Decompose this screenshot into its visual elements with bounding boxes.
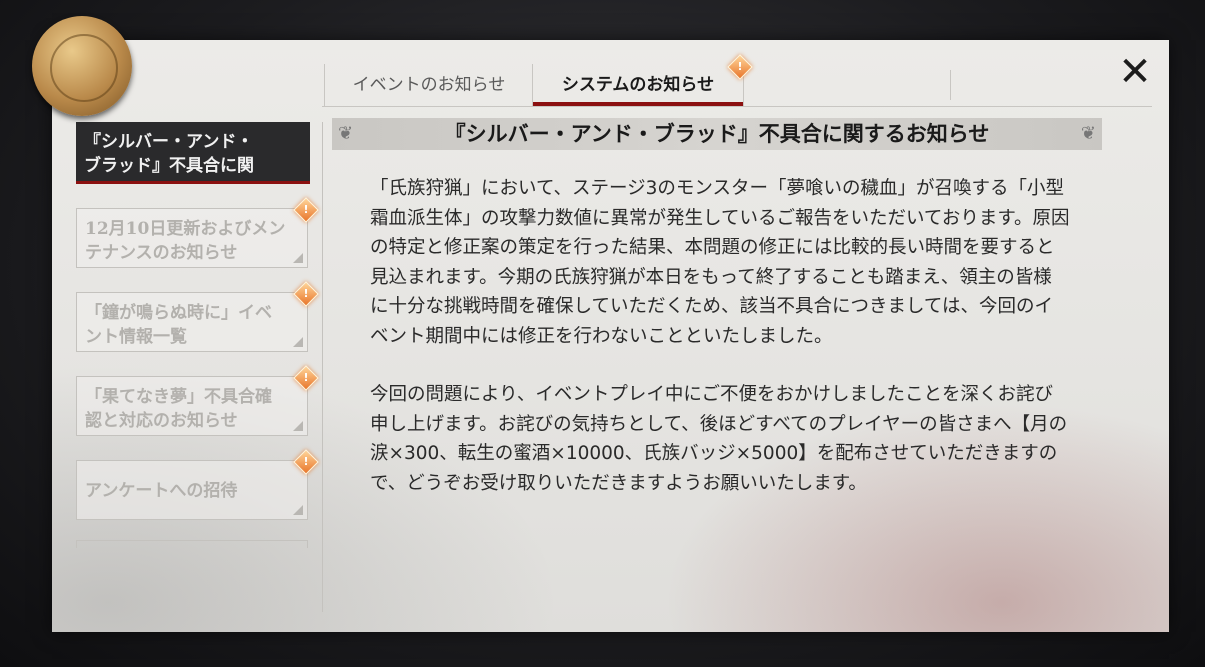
wax-seal-logo <box>32 16 132 116</box>
notice-item-label-line1: アンケートへの招待 <box>85 481 238 501</box>
active-tab-underline <box>533 102 743 106</box>
corner-decoration <box>293 421 303 431</box>
new-badge-icon: ! <box>727 54 753 80</box>
notice-item-label-line2: ブラッド』不具合に関 <box>84 156 254 176</box>
tab-system-notices[interactable]: システムのお知らせ ! <box>532 54 753 106</box>
notice-list[interactable]: 『シルバー・アンド・ ブラッド』不具合に関 12月10日更新およびメン テナンス… <box>76 122 319 572</box>
notice-item-partial[interactable] <box>76 540 308 548</box>
close-button[interactable]: ✕ <box>1115 52 1155 94</box>
article-paragraph: 「氏族狩猟」において、ステージ3のモンスター「夢喰いの穢血」が召喚する「小型霜血… <box>370 178 1070 347</box>
notice-item-label-line2: ント情報一覧 <box>85 327 187 347</box>
close-x-icon: ✕ <box>1118 49 1152 95</box>
article-title: 『シルバー・アンド・ブラッド』不具合に関するお知らせ <box>444 121 990 146</box>
tab-divider <box>950 70 951 100</box>
tab-event-notices[interactable]: イベントのお知らせ <box>324 64 533 106</box>
new-badge-icon: ! <box>293 449 319 475</box>
notice-item-bell-event[interactable]: 「鐘が鳴らぬ時に」イベ ント情報一覧 ! <box>76 281 319 352</box>
article-paragraph: 今回の問題により、イベントプレイ中にご不便をおかけしましたことを深くお詫び申し上… <box>370 384 1068 494</box>
notice-item-label-line1: 「果てなき夢」不具合確 <box>85 387 272 407</box>
notice-item-label-line1: 12月10日更新およびメン <box>85 219 286 239</box>
notice-panel: イベントのお知らせ システムのお知らせ ! ✕ 『シルバー・アンド・ ブラッド』… <box>52 40 1169 632</box>
column-divider <box>322 122 323 612</box>
tab-system-notices-label: システムのお知らせ <box>561 75 715 95</box>
corner-decoration <box>293 337 303 347</box>
corner-decoration <box>293 505 303 515</box>
corner-decoration <box>293 253 303 263</box>
notice-item-label-line1: 『シルバー・アンド・ <box>84 132 254 152</box>
article-title-bar: ❦ 『シルバー・アンド・ブラッド』不具合に関するお知らせ ❦ <box>332 118 1102 150</box>
article-body[interactable]: 「氏族狩猟」において、ステージ3のモンスター「夢喰いの穢血」が召喚する「小型霜血… <box>370 174 1070 527</box>
notice-item-survey[interactable]: アンケートへの招待 ! <box>76 449 319 520</box>
notice-item-label-line1: 「鐘が鳴らぬ時に」イベ <box>85 303 272 323</box>
tab-bar: イベントのお知らせ システムのお知らせ ! <box>322 54 1152 107</box>
notice-item-silver-and-blood[interactable]: 『シルバー・アンド・ ブラッド』不具合に関 <box>76 122 310 184</box>
ornament-icon: ❦ <box>338 123 354 144</box>
notice-item-label-line2: 認と対応のお知らせ <box>85 411 238 431</box>
notice-item-label-line2: テナンスのお知らせ <box>85 243 238 263</box>
notice-item-endless-dream[interactable]: 「果てなき夢」不具合確 認と対応のお知らせ ! <box>76 365 319 436</box>
notice-item-maintenance[interactable]: 12月10日更新およびメン テナンスのお知らせ ! <box>76 197 319 268</box>
ornament-icon: ❦ <box>1080 123 1096 144</box>
